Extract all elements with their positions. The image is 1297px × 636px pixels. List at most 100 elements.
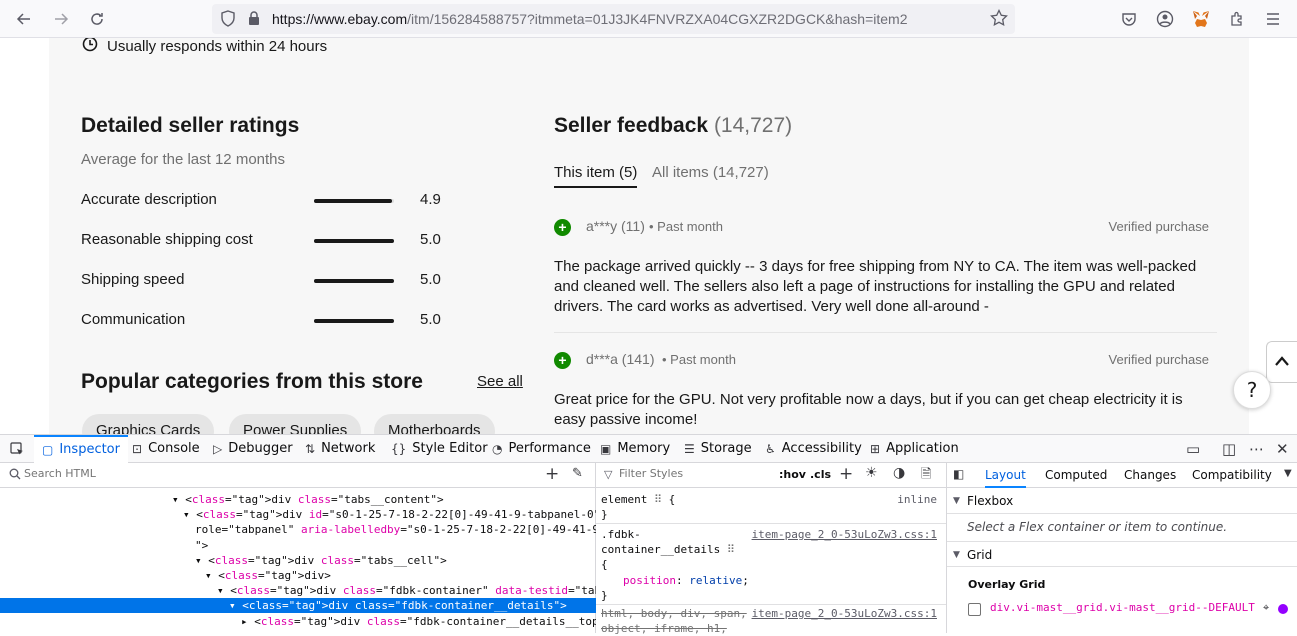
tab-layout[interactable]: Layout bbox=[985, 463, 1026, 488]
rating-label: Communication bbox=[81, 311, 186, 328]
grid-overlay-row: div.vi-mast__grid.vi-mast__grid--DEFAULT… bbox=[968, 601, 1293, 617]
element-picker-icon[interactable] bbox=[10, 435, 25, 463]
rule-brace: { bbox=[668, 493, 676, 506]
devtools-toolbar: ▢ Inspector ⊡ Console ▷ Debugger ⇅ Netwo… bbox=[0, 434, 1297, 463]
tab-network[interactable]: ⇅ Network bbox=[305, 435, 375, 463]
tab-performance[interactable]: ◔ Performance bbox=[492, 435, 591, 463]
css-property[interactable]: position bbox=[623, 574, 676, 587]
markup-node[interactable]: ▾ <class="tag">div class="tabs__cell"> bbox=[0, 553, 596, 568]
markup-node[interactable]: ▾ <class="tag">div> bbox=[0, 568, 596, 583]
metamask-extension-icon[interactable] bbox=[1189, 7, 1213, 31]
rating-bar-fill bbox=[314, 199, 393, 203]
sidebar-tabs: ◧ Layout Computed Changes Compatibility … bbox=[947, 463, 1297, 488]
rule-open: { bbox=[601, 558, 608, 571]
dock-icon[interactable]: ◫ bbox=[1222, 435, 1236, 463]
account-icon[interactable] bbox=[1153, 7, 1177, 31]
markup-node[interactable]: "> bbox=[0, 538, 596, 553]
category-pill[interactable]: Motherboards bbox=[374, 414, 495, 434]
feedback-title-text: Seller feedback bbox=[554, 114, 709, 137]
back-icon[interactable] bbox=[12, 7, 36, 31]
tab-storage[interactable]: ☰ Storage bbox=[684, 435, 752, 463]
dark-theme-icon[interactable]: ◑ bbox=[893, 465, 905, 481]
tab-label: Inspector bbox=[59, 442, 120, 457]
close-devtools-icon[interactable]: ✕ bbox=[1276, 435, 1289, 463]
tab-this-item[interactable]: This item (5) bbox=[554, 164, 638, 188]
markup-node[interactable]: ▾ <class="tag">div class="tabs__content"… bbox=[0, 492, 596, 507]
filter-styles-bar: ▽ :hov .cls + ☀ ◑ 🗎 bbox=[596, 463, 946, 488]
toggle-sidebar-icon[interactable]: ◧ bbox=[953, 467, 964, 481]
print-media-icon[interactable]: 🗎 bbox=[921, 465, 931, 487]
filter-icon: ▽ bbox=[604, 468, 613, 481]
rule-declaration[interactable]: position: relative; bbox=[623, 573, 963, 588]
category-pill[interactable]: Power Supplies bbox=[229, 414, 362, 434]
grid-section[interactable]: ▼ Grid bbox=[947, 541, 1297, 567]
category-pill[interactable]: Graphics Cards bbox=[82, 414, 215, 434]
tab-changes[interactable]: Changes bbox=[1124, 463, 1176, 488]
cls-toggle[interactable]: .cls bbox=[810, 468, 831, 481]
responsive-design-icon[interactable]: ▭ bbox=[1186, 435, 1200, 463]
chevron-down-icon[interactable]: ▼ bbox=[1284, 468, 1292, 479]
tab-inspector[interactable]: ▢ Inspector bbox=[34, 435, 128, 463]
rating-value: 5.0 bbox=[420, 271, 441, 288]
chevron-down-icon: ▼ bbox=[953, 496, 960, 506]
rating-row: Accurate description 4.9 bbox=[81, 191, 451, 211]
tab-console[interactable]: ⊡ Console bbox=[132, 435, 200, 463]
grid-icon: ⠿ bbox=[653, 493, 663, 506]
markup-node[interactable]: ▸ <class="tag">div class="fdbk-container… bbox=[0, 614, 596, 629]
address-bar[interactable]: https://www.ebay.com/itm/156284588757?it… bbox=[212, 4, 1015, 34]
tab-label: Memory bbox=[617, 441, 671, 456]
more-options-icon[interactable]: ⋯ bbox=[1249, 435, 1264, 463]
shield-icon[interactable] bbox=[220, 10, 236, 31]
performance-icon: ◔ bbox=[492, 442, 503, 456]
tab-compatibility[interactable]: Compatibility bbox=[1192, 463, 1272, 488]
tab-label: Style Editor bbox=[412, 441, 488, 456]
lock-icon[interactable] bbox=[247, 10, 261, 31]
extensions-icon[interactable] bbox=[1225, 7, 1249, 31]
see-all-link[interactable]: See all bbox=[477, 373, 523, 390]
filter-styles-input[interactable] bbox=[619, 467, 759, 480]
feedback-user: d***a (141) bbox=[586, 351, 655, 367]
pocket-icon[interactable] bbox=[1117, 7, 1141, 31]
eyedropper-icon[interactable]: ✎ bbox=[572, 466, 583, 481]
add-node-icon[interactable]: + bbox=[545, 464, 559, 484]
tab-accessibility[interactable]: ♿ Accessibility bbox=[765, 435, 862, 463]
rating-label: Accurate description bbox=[81, 191, 217, 208]
response-time: Usually responds within 24 hours bbox=[82, 38, 327, 56]
markup-node[interactable]: ▾ <class="tag">div class="fdbk-container… bbox=[0, 583, 596, 598]
add-rule-icon[interactable]: + bbox=[839, 464, 853, 484]
element-rule: element ⠿ { inline bbox=[601, 492, 941, 507]
tab-memory[interactable]: ▣ Memory bbox=[600, 435, 670, 463]
markup-node[interactable]: ▾ <class="tag">div class="fdbk-container… bbox=[0, 598, 596, 614]
reload-icon[interactable] bbox=[85, 7, 109, 31]
menu-icon[interactable] bbox=[1261, 7, 1285, 31]
tab-computed[interactable]: Computed bbox=[1045, 463, 1107, 488]
grid-icon: ⠿ bbox=[726, 543, 735, 556]
tab-label: Debugger bbox=[228, 441, 293, 456]
flexbox-section[interactable]: ▼ Flexbox bbox=[947, 488, 1297, 514]
css-value[interactable]: relative bbox=[689, 574, 742, 587]
grid-color-swatch[interactable] bbox=[1278, 604, 1288, 614]
tab-application[interactable]: ⊞ Application bbox=[870, 435, 959, 463]
forward-icon[interactable] bbox=[49, 7, 73, 31]
markup-node[interactable]: role="tabpanel" aria-labelledby="s0-1-25… bbox=[0, 522, 596, 537]
feedback-time: • Past month bbox=[649, 219, 723, 234]
tab-debugger[interactable]: ▷ Debugger bbox=[213, 435, 293, 463]
markup-node[interactable]: ▾ <class="tag">div id="s0-1-25-7-18-2-22… bbox=[0, 507, 596, 522]
bookmark-star-icon[interactable] bbox=[990, 8, 1008, 31]
highlight-icon[interactable]: ⌖ bbox=[1263, 601, 1269, 615]
rule-source-link[interactable]: item-page_2_0-53uLoZw3.css:1 bbox=[752, 527, 937, 542]
feedback-title: Seller feedback (14,727) bbox=[554, 114, 792, 138]
feedback-header: + a***y (11) • Past month Verified purch… bbox=[554, 218, 1209, 238]
rule-selector: .fdbk- item-page_2_0-53uLoZw3.css:1 bbox=[601, 527, 941, 542]
tab-all-items[interactable]: All items (14,727) bbox=[652, 164, 769, 181]
grid-overlay-checkbox[interactable] bbox=[968, 603, 981, 616]
tab-style-editor[interactable]: {} Style Editor bbox=[391, 435, 488, 463]
help-button[interactable]: ? bbox=[1233, 371, 1271, 409]
search-html-input[interactable] bbox=[24, 467, 524, 480]
markup-panel: + ✎ ▾ <class="tag">div class="tabs__cont… bbox=[0, 463, 596, 633]
scroll-to-top-button[interactable] bbox=[1266, 341, 1297, 383]
feedback-comment: Great price for the GPU. Not very profit… bbox=[554, 391, 1183, 428]
light-theme-icon[interactable]: ☀ bbox=[865, 465, 878, 481]
rule-source-link[interactable]: item-page_2_0-53uLoZw3.css:1 bbox=[752, 606, 937, 621]
hov-toggle[interactable]: :hov bbox=[779, 468, 806, 481]
